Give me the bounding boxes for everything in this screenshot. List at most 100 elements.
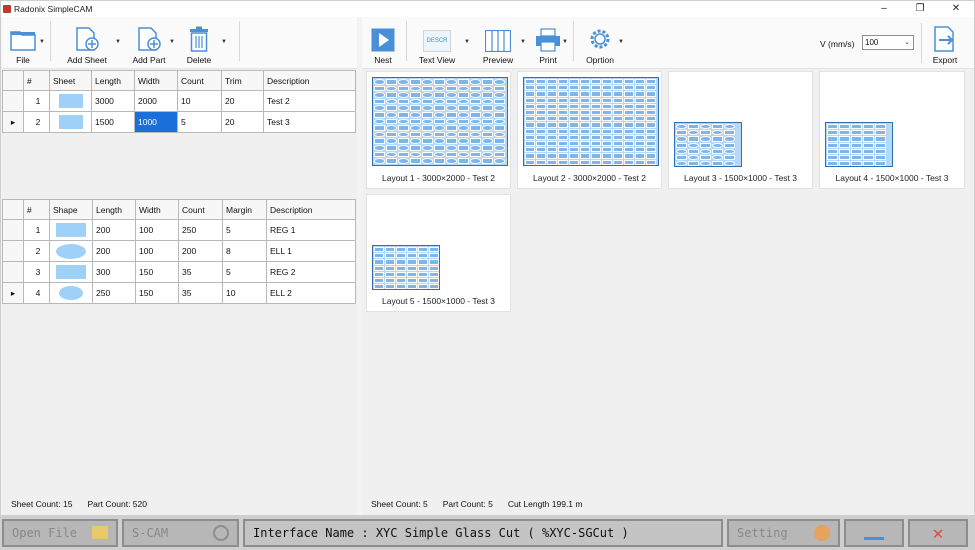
cell-description[interactable]: Test 2 [263,90,356,112]
cell-width[interactable]: 150 [135,282,179,304]
cell-length[interactable]: 200 [92,240,136,262]
layout-thumbnail[interactable]: Layout 1 - 3000×2000 - Test 2 [366,71,511,189]
table-row[interactable]: 1 3000 2000 10 20 Test 2 [2,90,356,112]
row-header-current[interactable]: ▸ [2,111,24,133]
cell-shape[interactable] [49,219,93,241]
close-button[interactable]: ✕ [938,1,974,17]
file-button[interactable]: File ▼ [8,17,45,65]
minimize-task-button[interactable] [844,519,904,547]
cell-shape[interactable] [49,240,93,262]
cell-num[interactable]: 2 [23,111,50,133]
cell-sheet-swatch[interactable] [49,90,92,112]
cell-sheet-swatch[interactable] [49,111,92,133]
add-sheet-button[interactable]: Add Sheet ▼ [65,17,121,65]
col-header[interactable]: Length [91,70,135,91]
layout-thumbnail[interactable]: Layout 2 - 3000×2000 - Test 2 [517,71,662,189]
cell-count[interactable]: 10 [177,90,222,112]
cell-description[interactable]: Test 3 [263,111,356,133]
file-dropdown-icon[interactable]: ▼ [39,39,45,45]
print-button[interactable]: Print ▼ [535,17,568,65]
col-header[interactable]: Width [135,199,179,220]
cell-length[interactable]: 200 [92,219,136,241]
cell-count[interactable]: 35 [178,261,223,283]
table-row[interactable]: 2 200 100 200 8 ELL 1 [2,240,356,262]
maximize-button[interactable]: ❐ [902,1,938,17]
cell-trim[interactable]: 20 [221,111,264,133]
col-header[interactable]: # [23,70,50,91]
speed-select[interactable]: 100 ⌄ [862,35,914,50]
delete-dropdown-icon[interactable]: ▼ [221,39,227,45]
option-dropdown-icon[interactable]: ▼ [618,39,624,45]
col-header[interactable]: Sheet [49,70,92,91]
open-file-button[interactable]: Open File [2,519,118,547]
cell-margin[interactable]: 8 [222,240,267,262]
row-header[interactable] [2,90,24,112]
cell-description[interactable]: REG 1 [266,219,356,241]
table-row[interactable]: ▸ 2 1500 1000 5 20 Test 3 [2,111,356,133]
add-part-dropdown-icon[interactable]: ▼ [169,39,175,45]
cell-length[interactable]: 300 [92,261,136,283]
minimize-button[interactable]: – [866,1,902,17]
row-header[interactable] [2,240,24,262]
col-header[interactable]: Length [92,199,136,220]
scam-button[interactable]: S-CAM [122,519,239,547]
cell-width[interactable]: 100 [135,219,179,241]
cell-width-selected[interactable]: 1000 [134,111,178,133]
cell-width[interactable]: 150 [135,261,179,283]
table-row[interactable]: 3 300 150 35 5 REG 2 [2,261,356,283]
col-header[interactable]: Count [177,70,222,91]
table-row[interactable]: ▸ 4 250 150 35 10 ELL 2 [2,282,356,304]
cell-margin[interactable]: 5 [222,219,267,241]
cell-count[interactable]: 5 [177,111,222,133]
cell-description[interactable]: REG 2 [266,261,356,283]
cell-num[interactable]: 1 [23,219,50,241]
cell-num[interactable]: 3 [23,261,50,283]
row-header[interactable] [2,261,24,283]
cell-width[interactable]: 2000 [134,90,178,112]
cell-description[interactable]: ELL 1 [266,240,356,262]
cell-num[interactable]: 1 [23,90,50,112]
cell-count[interactable]: 250 [178,219,223,241]
col-header[interactable]: Description [263,70,356,91]
col-header[interactable]: Margin [222,199,267,220]
layout-thumbnail[interactable]: Layout 4 - 1500×1000 - Test 3 [819,71,965,189]
setting-button[interactable]: Setting [727,519,840,547]
preview-button[interactable]: Preview ▼ [481,17,526,65]
col-header[interactable]: Shape [49,199,93,220]
nest-button[interactable]: Nest [370,17,396,65]
col-header[interactable]: Count [178,199,223,220]
table-row[interactable]: 1 200 100 250 5 REG 1 [2,219,356,241]
cell-length[interactable]: 250 [92,282,136,304]
cell-trim[interactable]: 20 [221,90,264,112]
add-part-button[interactable]: Add Part ▼ [131,17,175,65]
col-header[interactable]: Trim [221,70,264,91]
cell-description[interactable]: ELL 2 [266,282,356,304]
cell-margin[interactable]: 10 [222,282,267,304]
option-button[interactable]: Oprtion ▼ [584,17,624,65]
cell-shape[interactable] [49,282,93,304]
col-header[interactable]: Width [134,70,178,91]
text-view-dropdown-icon[interactable]: ▼ [464,39,470,45]
layout-thumbnail[interactable]: Layout 5 - 1500×1000 - Test 3 [366,194,511,312]
cell-num[interactable]: 2 [23,240,50,262]
cell-width[interactable]: 100 [135,240,179,262]
cell-length[interactable]: 1500 [91,111,135,133]
cell-count[interactable]: 35 [178,282,223,304]
export-button[interactable]: Export [930,17,960,65]
print-dropdown-icon[interactable]: ▼ [562,39,568,45]
cell-num[interactable]: 4 [23,282,50,304]
cell-shape[interactable] [49,261,93,283]
add-sheet-dropdown-icon[interactable]: ▼ [115,39,121,45]
text-view-button[interactable]: DESCR Text View ▼ [417,17,470,65]
col-header[interactable]: Description [266,199,356,220]
preview-dropdown-icon[interactable]: ▼ [520,39,526,45]
layout-thumbnail[interactable]: Layout 3 - 1500×1000 - Test 3 [668,71,813,189]
row-header-current[interactable]: ▸ [2,282,24,304]
cell-count[interactable]: 200 [178,240,223,262]
row-header[interactable] [2,219,24,241]
col-header[interactable]: # [23,199,50,220]
close-task-button[interactable]: ✕ [908,519,968,547]
cell-length[interactable]: 3000 [91,90,135,112]
delete-button[interactable]: Delete ▼ [185,17,227,65]
cell-margin[interactable]: 5 [222,261,267,283]
